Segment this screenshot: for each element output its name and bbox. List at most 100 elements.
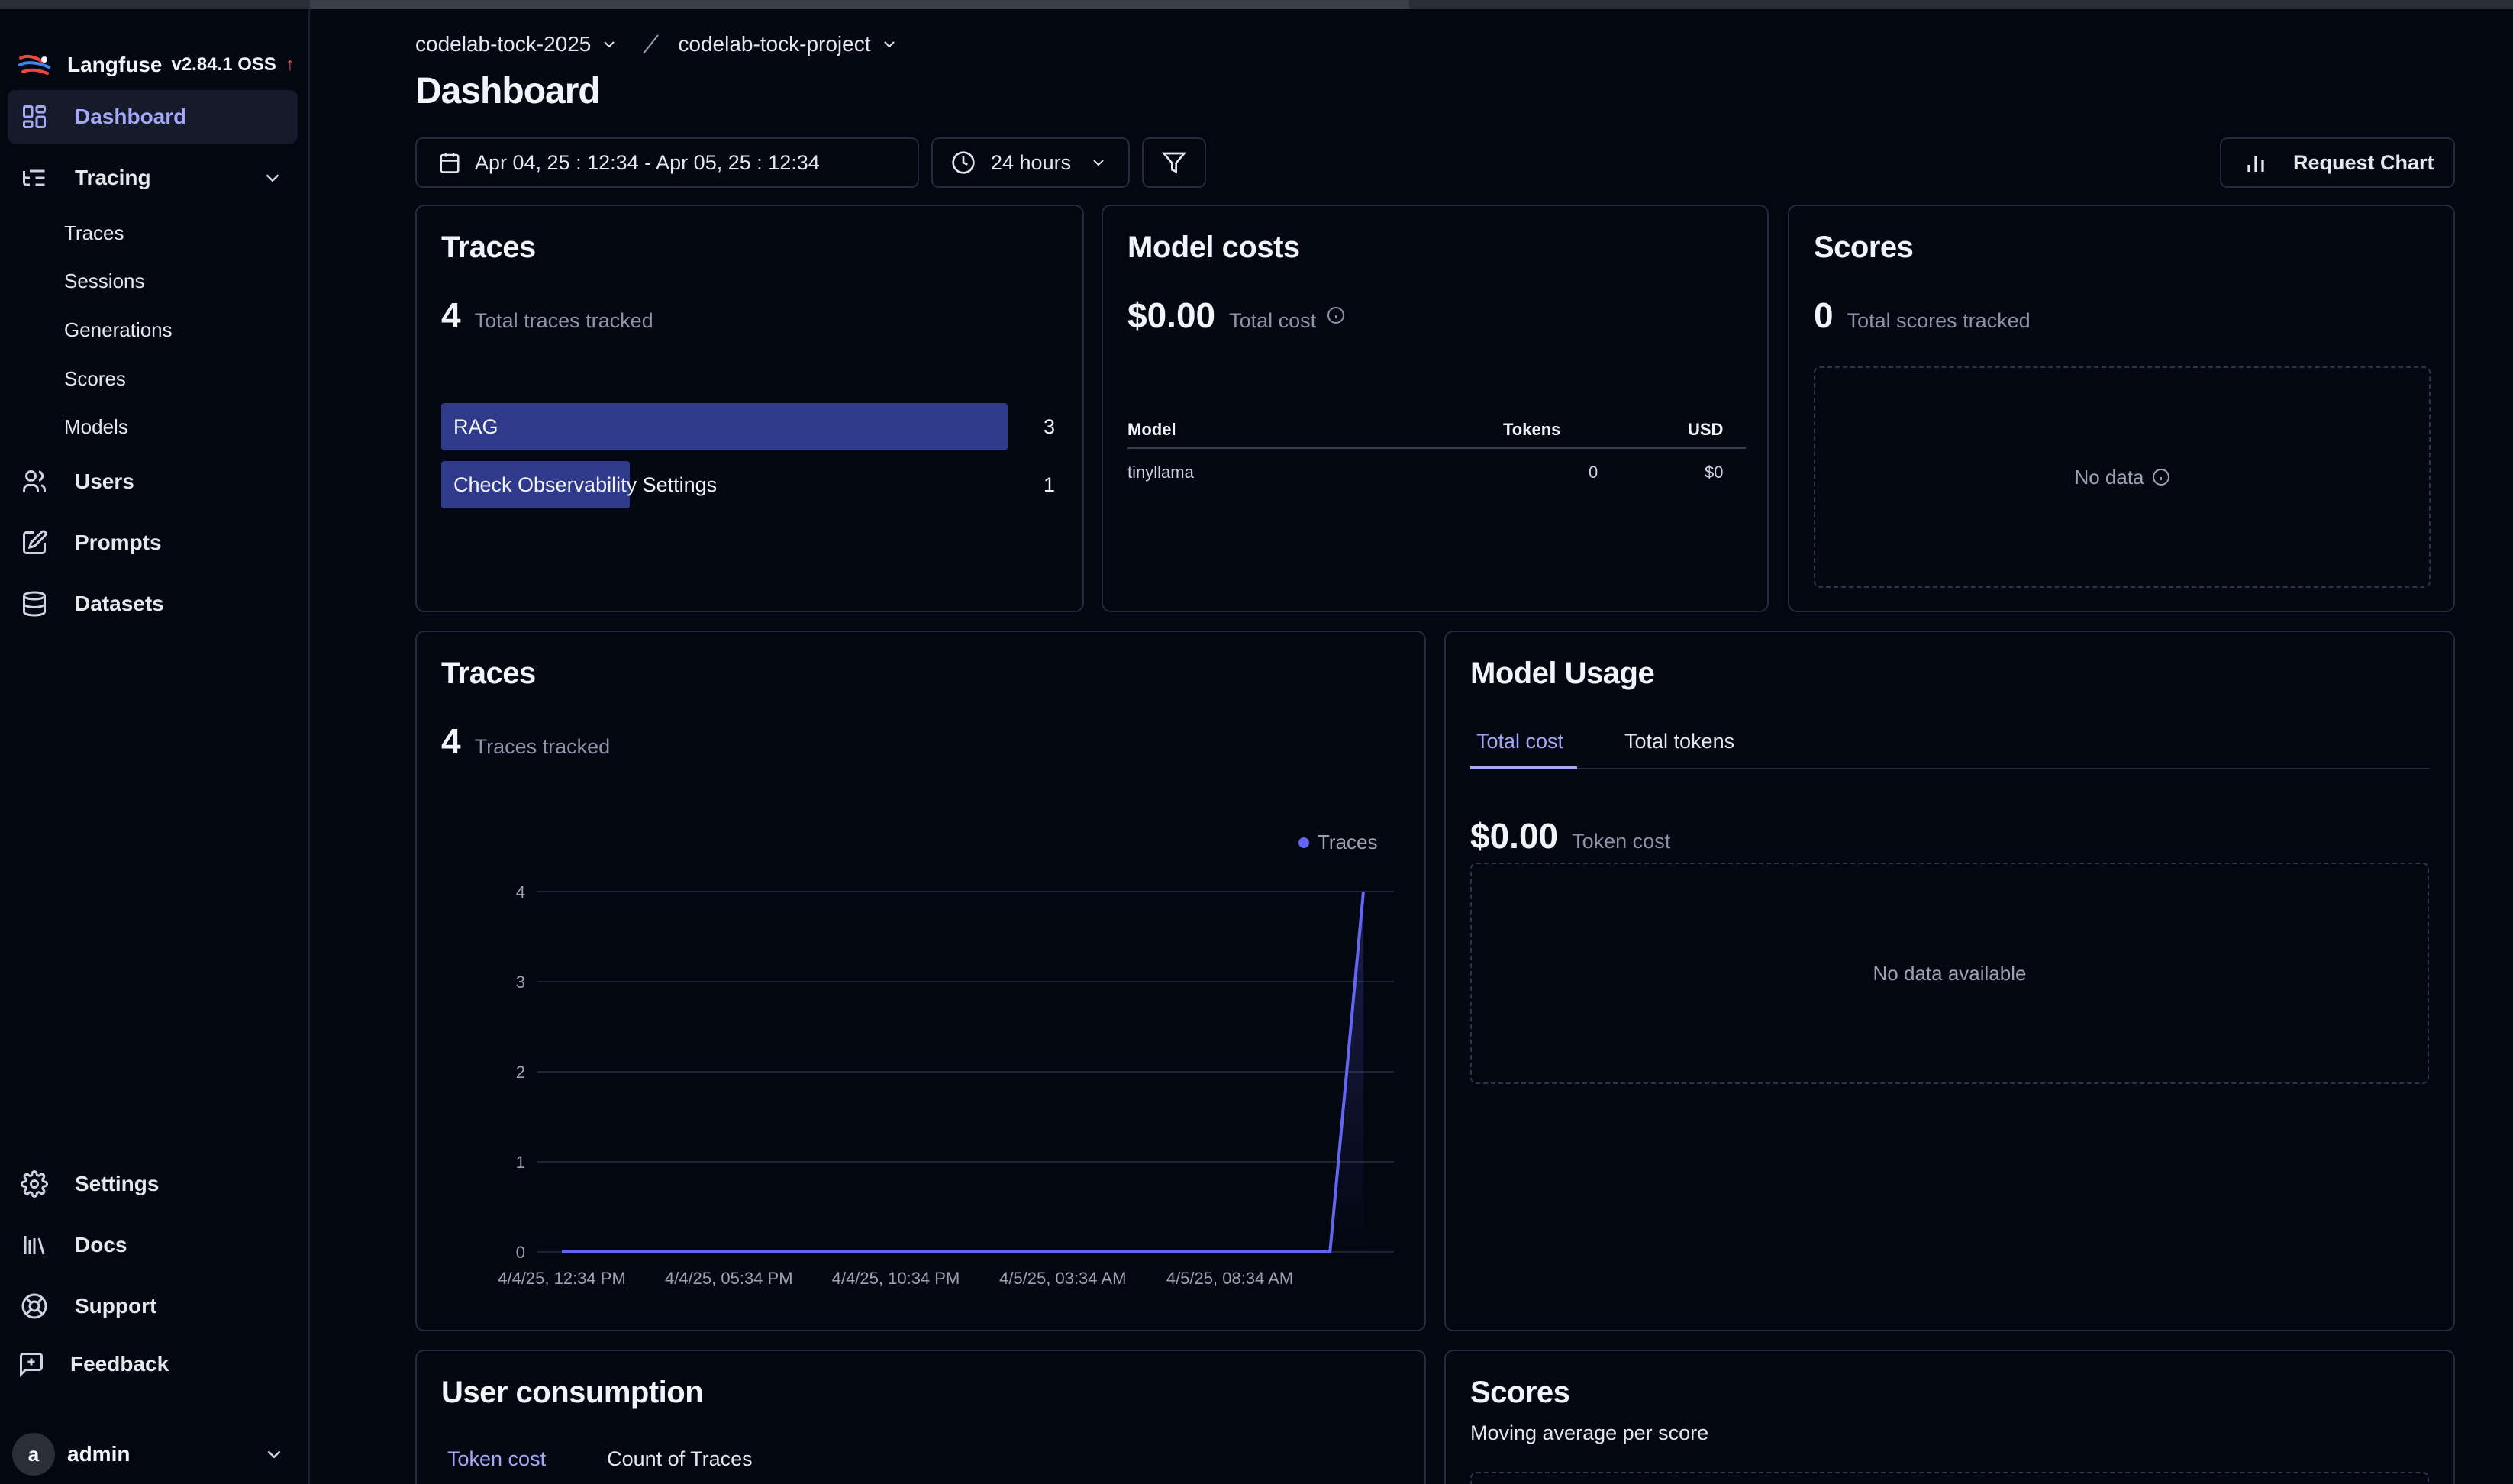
- sidebar-item-dashboard[interactable]: Dashboard: [8, 90, 298, 144]
- library-icon: [18, 1229, 50, 1261]
- sidebar-item-prompts[interactable]: Prompts: [8, 516, 298, 569]
- sidebar-item-users[interactable]: Users: [8, 455, 298, 508]
- sidebar-item-label: Support: [75, 1294, 157, 1318]
- x-tick-label: 4/4/25, 12:34 PM: [498, 1269, 626, 1288]
- column-header-tokens: Tokens: [1503, 420, 1561, 439]
- card-title: Scores: [1470, 1376, 1570, 1409]
- cell-tokens: 0: [1589, 463, 1598, 482]
- file-pen-icon: [18, 527, 50, 559]
- usage-total: $0.00 Token cost: [1470, 815, 1670, 857]
- message-square-plus-icon: [15, 1348, 47, 1380]
- sidebar-item-tracing[interactable]: Tracing: [8, 151, 298, 205]
- traces-summary-card: Traces 4 Total traces tracked RAG 3 Chec…: [415, 205, 1084, 612]
- y-tick-label: 3: [516, 973, 525, 992]
- sidebar-subitem-traces[interactable]: Traces: [64, 221, 124, 245]
- tab-total-cost[interactable]: Total cost: [1470, 730, 1577, 753]
- usage-tabs: Total cost Total tokens: [1470, 730, 1740, 753]
- y-tick-label: 0: [516, 1243, 525, 1262]
- sidebar-item-feedback[interactable]: Feedback: [8, 1337, 298, 1391]
- traces-total: 4 Total traces tracked: [441, 295, 653, 336]
- chevron-down-icon[interactable]: [261, 166, 284, 189]
- y-tick-label: 2: [516, 1063, 525, 1082]
- langfuse-logo-icon: [18, 54, 50, 75]
- sidebar-subitem-sessions[interactable]: Sessions: [64, 269, 145, 293]
- column-header-model: Model: [1127, 420, 1176, 439]
- sidebar-subitem-models[interactable]: Models: [64, 415, 128, 439]
- date-range-picker[interactable]: Apr 04, 25 : 12:34 - Apr 05, 25 : 12:34: [415, 137, 919, 188]
- breadcrumb: codelab-tock-2025 codelab-tock-project: [415, 29, 898, 60]
- database-icon: [18, 588, 50, 620]
- sidebar-item-datasets[interactable]: Datasets: [8, 577, 298, 631]
- app-version: v2.84.1 OSS: [171, 54, 276, 75]
- sidebar-subitem-scores[interactable]: Scores: [64, 367, 126, 391]
- time-window-select[interactable]: 24 hours: [931, 137, 1130, 188]
- user-menu[interactable]: a admin: [12, 1431, 295, 1478]
- sidebar-item-label: Users: [75, 469, 134, 493]
- tab-token-cost[interactable]: Token cost: [441, 1447, 552, 1471]
- tab-total-tokens[interactable]: Total tokens: [1618, 730, 1740, 753]
- info-icon[interactable]: [2152, 468, 2170, 486]
- filter-icon: [1162, 152, 1186, 174]
- traces-chart-card: Traces 4 Traces tracked 0 1 2 3 4 4/4/25, 12:…: [415, 631, 1426, 1331]
- chevron-down-icon[interactable]: [263, 1443, 285, 1466]
- trace-bar-label: RAG: [453, 415, 498, 438]
- brand[interactable]: Langfuse v2.84.1 OSS ↑: [18, 47, 295, 82]
- x-tick-label: 4/4/25, 05:34 PM: [665, 1269, 793, 1288]
- filter-button[interactable]: [1142, 137, 1206, 188]
- card-title: Model costs: [1127, 231, 1300, 264]
- trace-bar-row[interactable]: RAG 3: [441, 403, 1055, 450]
- card-title: Scores: [1814, 231, 1914, 264]
- sidebar-item-docs[interactable]: Docs: [8, 1218, 298, 1272]
- card-title: Traces: [441, 231, 536, 264]
- scores-average-placeholder: [1470, 1472, 2429, 1484]
- slash-separator-icon: [643, 34, 660, 54]
- x-tick-label: 4/5/25, 03:34 AM: [999, 1269, 1126, 1288]
- breadcrumb-project[interactable]: codelab-tock-project: [678, 32, 898, 56]
- total-cost-label: Total cost: [1229, 309, 1317, 332]
- card-subtitle: Moving average per score: [1470, 1421, 1709, 1444]
- consumption-tabs: Token cost Count of Traces: [441, 1447, 759, 1471]
- sidebar-subitem-generations[interactable]: Generations: [64, 318, 173, 342]
- sidebar-item-settings[interactable]: Settings: [8, 1157, 298, 1211]
- sidebar-item-label: Feedback: [70, 1352, 169, 1376]
- trace-bar-fill: [441, 403, 1008, 450]
- tab-count-of-traces[interactable]: Count of Traces: [601, 1447, 759, 1471]
- list-tree-icon: [18, 162, 50, 194]
- token-cost-label: Token cost: [1572, 830, 1671, 853]
- traces-line-chart[interactable]: 0 1 2 3 4 4/4/25, 12:34 PM 4/4/25, 05:34 PM 4/4…: [417, 632, 1424, 1330]
- sidebar-item-label: Settings: [75, 1172, 160, 1195]
- table-row: tinyllama 0 $0: [1127, 449, 1746, 498]
- legend-label: Traces: [1318, 831, 1378, 853]
- chevron-down-icon: [1093, 160, 1104, 166]
- cell-model: tinyllama: [1127, 463, 1194, 482]
- chevron-down-icon: [604, 41, 615, 48]
- token-cost-value: $0.00: [1470, 816, 1559, 856]
- update-arrow-icon[interactable]: ↑: [285, 54, 295, 76]
- app-name: Langfuse: [67, 53, 163, 76]
- info-icon[interactable]: [1327, 306, 1345, 324]
- chevron-down-icon: [883, 41, 895, 48]
- trace-bar-row[interactable]: Check Observability Settings 1: [441, 461, 1055, 508]
- date-range-text: Apr 04, 25 : 12:34 - Apr 05, 25 : 12:34: [475, 150, 820, 174]
- request-chart-button[interactable]: Request Chart: [2220, 137, 2455, 188]
- life-buoy-icon: [18, 1290, 50, 1322]
- model-costs-table: Model Tokens USD tinyllama 0 $0: [1127, 406, 1746, 498]
- traces-count-label: Total traces tracked: [474, 309, 653, 332]
- sidebar-item-support[interactable]: Support: [8, 1279, 298, 1333]
- model-usage-card: Model Usage Total cost Total tokens $0.0…: [1444, 631, 2455, 1331]
- scores-count: 0: [1814, 295, 1834, 335]
- traces-count: 4: [441, 295, 461, 335]
- sidebar-item-label: Tracing: [75, 166, 151, 189]
- request-chart-label: Request Chart: [2293, 150, 2434, 174]
- table-header: Model Tokens USD: [1127, 406, 1746, 449]
- column-header-usd: USD: [1688, 420, 1724, 439]
- clock-icon: [952, 151, 975, 174]
- users-icon: [18, 466, 50, 498]
- gear-icon: [18, 1168, 50, 1200]
- breadcrumb-org[interactable]: codelab-tock-2025: [415, 32, 618, 56]
- total-cost-value: $0.00: [1127, 295, 1216, 335]
- trace-bar-label: Check Observability Settings: [453, 473, 718, 496]
- card-title: Model Usage: [1470, 657, 1655, 690]
- scores-average-card: Scores Moving average per score: [1444, 1350, 2455, 1484]
- window-top-bar: [0, 0, 2513, 9]
